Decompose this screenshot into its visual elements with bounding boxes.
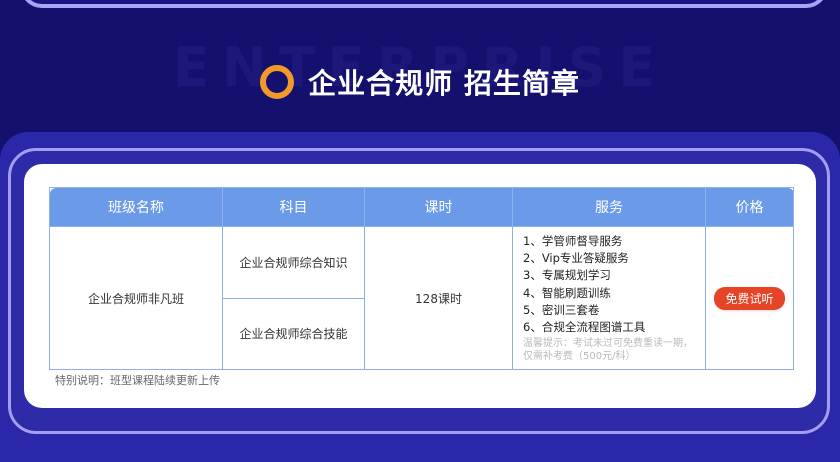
service-item: 4、智能刷题训练: [523, 285, 611, 300]
retake-tip: 温馨提示：考试未过可免费重读一期，仅需补考费（500元/科）: [523, 338, 693, 363]
subject-cell-skills: 企业合规师综合技能: [222, 297, 365, 371]
service-item: 5、密训三套卷: [523, 302, 600, 317]
price-cell: 免费试听: [705, 225, 794, 371]
course-table: 班级名称 科目 课时 服务 价格 企业合规师非凡班 企业合规师综合知识 128课…: [49, 187, 794, 371]
services-cell: 1、学管师督导服务 2、Vip专业答疑服务 3、专属规划学习 4、智能刷题训练 …: [512, 225, 706, 371]
page-title: 企业合规师 招生简章: [308, 67, 580, 100]
service-item: 1、学管师督导服务: [523, 234, 623, 248]
column-header-subject: 科目: [222, 187, 365, 227]
column-header-class: 班级名称: [49, 187, 223, 227]
hours-cell: 128课时: [364, 225, 513, 371]
free-trial-button[interactable]: 免费试听: [714, 286, 785, 310]
service-item: 2、Vip专业答疑服务: [523, 251, 629, 266]
subject-cell-knowledge: 企业合规师综合知识: [222, 226, 365, 299]
table-row: 企业合规师非凡班 企业合规师综合知识 128课时 1、学管师督导服务 2、Vip…: [49, 225, 794, 371]
ring-icon: [260, 65, 295, 99]
table-header-row: 班级名称 科目 课时 服务 价格: [49, 187, 794, 227]
column-header-services: 服务: [512, 187, 706, 227]
special-note: 特别说明：班型课程陆续更新上传: [55, 374, 220, 387]
column-header-hours: 课时: [364, 187, 513, 227]
page-heading: 企业合规师 招生简章: [0, 62, 840, 102]
class-name-cell: 企业合规师非凡班: [49, 225, 223, 371]
column-header-price: 价格: [705, 187, 794, 227]
service-item: 6、合规全流程图谱工具: [523, 320, 646, 335]
top-decorative-frame: [20, 0, 828, 8]
service-item: 3、专属规划学习: [523, 268, 611, 283]
